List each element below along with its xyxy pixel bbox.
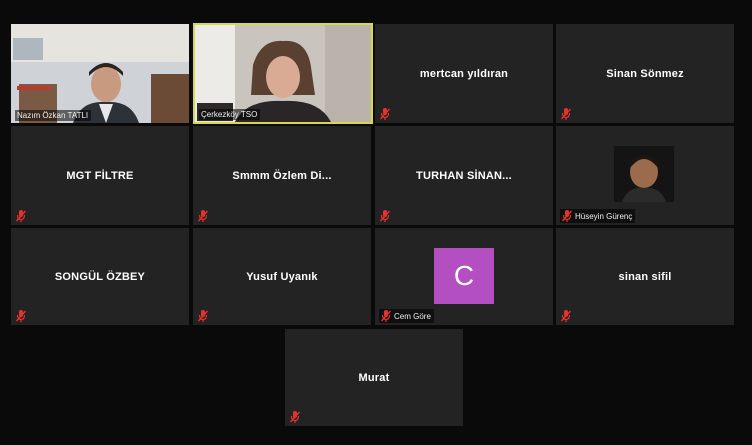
participant-tile-turhan-sinan[interactable]: TURHAN SİNAN... [375, 126, 553, 225]
avatar: C [434, 248, 494, 304]
mic-muted-icon [561, 108, 571, 120]
participant-name: Nazım Özkan TATLI [17, 111, 89, 120]
participant-label: Cem Göre [379, 309, 434, 323]
participant-name: Yusuf Uyanık [246, 270, 318, 283]
mic-muted-icon [16, 210, 26, 222]
participant-name: sinan sifil [618, 270, 672, 283]
participant-video [195, 25, 371, 122]
profile-photo [614, 146, 674, 202]
participant-tile-smmm-ozlem[interactable]: Smmm Özlem Di... [193, 126, 371, 225]
participant-tile-huseyin[interactable]: Hüseyin Gürenç [556, 126, 734, 225]
participant-tile-nazim[interactable]: Nazım Özkan TATLI [11, 24, 189, 123]
participant-tile-cerkezkoy[interactable]: Çerkezköy TSO [193, 23, 373, 124]
mic-muted-icon [198, 310, 208, 322]
mic-muted-icon [561, 310, 571, 322]
participant-label: Nazım Özkan TATLI [15, 110, 92, 121]
participant-tile-murat[interactable]: Murat [285, 329, 463, 426]
participant-tile-songul[interactable]: SONGÜL ÖZBEY [11, 228, 189, 325]
participant-video [11, 24, 189, 123]
participant-name: MGT FİLTRE [66, 169, 134, 182]
meeting-gallery: Nazım Özkan TATLI Çerkezköy TSO mertcan … [0, 0, 752, 445]
participant-label: Çerkezköy TSO [199, 109, 261, 120]
participant-name: mertcan yıldıran [419, 67, 509, 80]
participant-name: SONGÜL ÖZBEY [54, 270, 146, 283]
participant-name: TURHAN SİNAN... [416, 169, 512, 182]
mic-muted-icon [380, 210, 390, 222]
participant-name: Smmm Özlem Di... [232, 169, 332, 182]
mic-muted-icon [290, 411, 300, 423]
mic-muted-icon [198, 210, 208, 222]
participant-tile-cem[interactable]: C Cem Göre [375, 228, 553, 325]
participant-label: Hüseyin Gürenç [560, 209, 636, 223]
participant-name: Sinan Sönmez [606, 67, 684, 80]
participant-tile-mgt-filtre[interactable]: MGT FİLTRE [11, 126, 189, 225]
participant-tile-sinan-sonmez[interactable]: Sinan Sönmez [556, 24, 734, 123]
mic-muted-icon [562, 210, 572, 222]
participant-name: Çerkezköy TSO [201, 110, 258, 119]
participant-name: Hüseyin Gürenç [575, 211, 633, 221]
participant-name: Murat [358, 371, 390, 384]
participant-tile-mertcan[interactable]: mertcan yıldıran [375, 24, 553, 123]
mic-muted-icon [16, 310, 26, 322]
mic-muted-icon [381, 310, 391, 322]
mic-muted-icon [380, 108, 390, 120]
participant-name: Cem Göre [394, 311, 431, 321]
participant-tile-yusuf[interactable]: Yusuf Uyanık [193, 228, 371, 325]
participant-tile-sinan-sifil[interactable]: sinan sifil [556, 228, 734, 325]
